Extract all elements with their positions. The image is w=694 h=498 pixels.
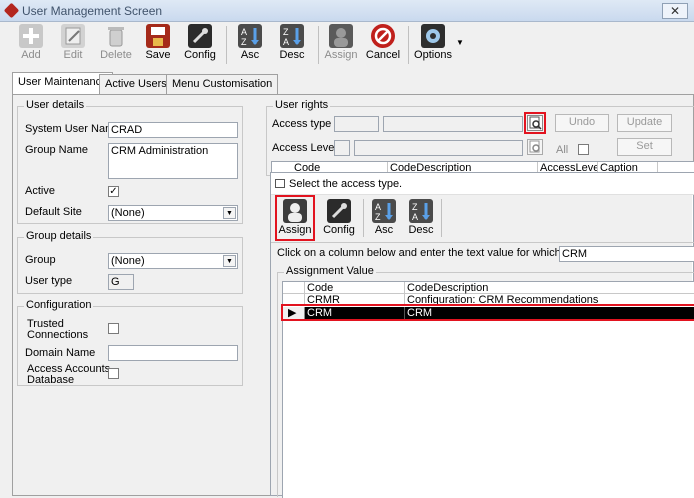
tab-active-users[interactable]: Active Users xyxy=(99,74,173,94)
lookup-highlight xyxy=(524,112,546,134)
configuration-group: Configuration Trusted Connections Domain… xyxy=(17,299,243,386)
column-code[interactable]: Code xyxy=(305,282,405,294)
trash-icon xyxy=(104,24,128,48)
svg-text:A: A xyxy=(412,212,418,222)
chevron-down-icon: ▼ xyxy=(223,207,236,219)
access-level-lookup-button[interactable] xyxy=(527,139,543,155)
sort-asc-button[interactable]: AZ Asc xyxy=(231,24,269,68)
svg-text:Z: Z xyxy=(283,27,289,37)
trusted-connections-checkbox[interactable] xyxy=(108,323,119,334)
group-name-input[interactable]: CRM Administration xyxy=(108,143,238,179)
access-type-description xyxy=(383,116,523,132)
wrench-icon xyxy=(188,24,212,48)
window-title: User Management Screen xyxy=(22,4,163,18)
sort-za-icon: ZA xyxy=(280,24,304,48)
dialog-sort-desc-button[interactable]: ZA Desc xyxy=(402,199,440,243)
gear-icon xyxy=(421,24,445,48)
close-button[interactable]: ✕ xyxy=(662,3,688,19)
group-select[interactable]: (None) ▼ xyxy=(108,253,238,269)
user-details-group: User details System User Name CRAD Group… xyxy=(17,99,243,224)
user-type-field: G xyxy=(108,274,134,290)
user-icon xyxy=(329,24,353,48)
active-checkbox[interactable]: ✓ xyxy=(108,186,119,197)
selected-row-highlight xyxy=(281,304,694,321)
user-rights-group: User rights Access type Undo Update Acce… xyxy=(266,99,694,177)
domain-name-input[interactable] xyxy=(108,345,238,361)
dialog-title: Select the access type. xyxy=(289,178,403,190)
all-checkbox[interactable] xyxy=(578,144,589,155)
access-level-code xyxy=(334,140,350,156)
wrench-icon xyxy=(327,199,351,223)
select-access-type-dialog: Select the access type. Assign Config AZ… xyxy=(270,172,694,498)
cancel-button[interactable]: Cancel xyxy=(364,24,402,68)
dialog-title-bar: Select the access type. xyxy=(271,173,694,195)
access-accounts-database-checkbox[interactable] xyxy=(108,368,119,379)
svg-text:A: A xyxy=(241,27,247,37)
svg-text:Z: Z xyxy=(375,212,381,222)
edit-button[interactable]: Edit xyxy=(54,24,92,68)
title-bar: User Management Screen ✕ xyxy=(0,0,694,22)
svg-text:A: A xyxy=(375,202,381,212)
app-icon xyxy=(3,2,20,19)
cancel-icon xyxy=(371,24,395,48)
svg-text:A: A xyxy=(283,37,289,47)
save-button[interactable]: Save xyxy=(139,24,177,68)
toolbar: Add Edit Delete Save Config AZ Asc ZA De… xyxy=(0,22,694,68)
chevron-down-icon: ▼ xyxy=(223,255,236,267)
sort-az-icon: AZ xyxy=(372,199,396,223)
column-code-description[interactable]: CodeDescription xyxy=(405,282,694,294)
sort-za-icon: ZA xyxy=(409,199,433,223)
dialog-icon xyxy=(275,179,285,188)
system-user-name-input[interactable]: CRAD xyxy=(108,122,238,138)
edit-icon xyxy=(61,24,85,48)
dialog-config-button[interactable]: Config xyxy=(320,199,358,243)
sort-az-icon: AZ xyxy=(238,24,262,48)
undo-button[interactable]: Undo xyxy=(555,114,609,132)
dialog-sort-asc-button[interactable]: AZ Asc xyxy=(365,199,403,243)
group-details-group: Group details Group (None) ▼ User type G xyxy=(17,230,243,294)
options-dropdown-icon[interactable]: ▼ xyxy=(456,38,464,47)
default-site-select[interactable]: (None) ▼ xyxy=(108,205,238,221)
add-icon xyxy=(19,24,43,48)
set-button[interactable]: Set xyxy=(617,138,672,156)
svg-text:Z: Z xyxy=(241,37,247,47)
options-button[interactable]: Options xyxy=(412,24,454,68)
delete-button[interactable]: Delete xyxy=(97,24,135,68)
access-type-code xyxy=(334,116,379,132)
config-button[interactable]: Config xyxy=(181,24,219,68)
add-button[interactable]: Add xyxy=(12,24,50,68)
lookup-icon xyxy=(529,140,540,153)
access-level-description xyxy=(354,140,523,156)
save-icon xyxy=(146,24,170,48)
filter-label: Click on a column below and enter the te… xyxy=(277,247,603,259)
tab-menu-customisation[interactable]: Menu Customisation xyxy=(166,74,279,94)
assign-highlight xyxy=(275,195,315,241)
svg-text:Z: Z xyxy=(412,202,418,212)
update-button[interactable]: Update xyxy=(617,114,672,132)
assign-button[interactable]: Assign xyxy=(322,24,360,68)
grid-header: Code CodeDescription xyxy=(283,282,694,294)
sort-desc-button[interactable]: ZA Desc xyxy=(273,24,311,68)
filter-input[interactable]: CRM xyxy=(559,246,694,262)
